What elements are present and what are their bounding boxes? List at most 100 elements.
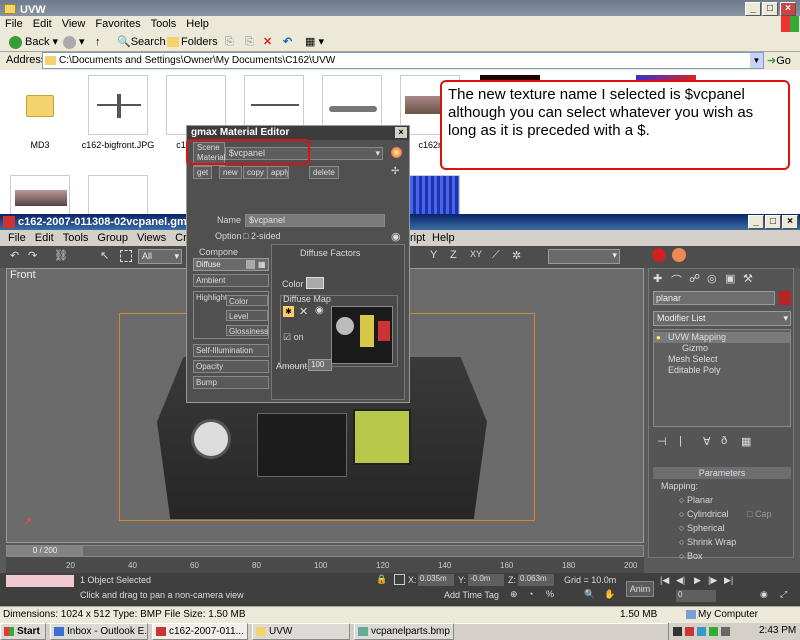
component-highlight[interactable]: Highlight Color Level Glossiness <box>193 291 269 339</box>
snap-tool-icon[interactable]: ⟋ <box>492 249 500 262</box>
mini-listener[interactable] <box>6 575 74 587</box>
mapping-box-radio[interactable]: ○ Box <box>679 551 702 561</box>
goto-start-icon[interactable]: |◀ <box>660 575 669 586</box>
gmax-menu-views[interactable]: Views <box>137 232 166 244</box>
gmax-menu-help[interactable]: Help <box>432 230 455 246</box>
play-icon[interactable]: ▶ <box>694 575 701 586</box>
time-slider-thumb[interactable]: 0 / 200 <box>7 546 83 556</box>
next-frame-icon[interactable]: |▶ <box>708 575 717 586</box>
mapping-planar-radio[interactable]: ○ Planar <box>679 495 713 505</box>
component-opacity[interactable]: Opacity <box>193 360 269 373</box>
remove-modifier-icon[interactable]: ð <box>721 435 727 447</box>
component-self-illumination[interactable]: Self-Illumination <box>193 344 269 357</box>
maximize-viewport-icon[interactable]: ⤢ <box>780 589 787 600</box>
copy-button[interactable]: copy <box>243 166 268 179</box>
mapping-shrinkwrap-radio[interactable]: ○ Shrink Wrap <box>679 537 736 547</box>
named-selection-dropdown[interactable]: ▾ <box>548 249 620 264</box>
highlight-glossiness[interactable]: Glossiness <box>226 325 268 336</box>
goto-end-icon[interactable]: ▶| <box>724 575 733 586</box>
address-field[interactable]: C:\Documents and Settings\Owner\My Docum… <box>42 52 764 69</box>
create-tab-icon[interactable]: ✚ <box>653 272 662 285</box>
component-ambient[interactable]: Ambient <box>193 274 269 287</box>
start-button[interactable]: Start <box>0 623 46 640</box>
map-on-checkbox[interactable]: ☑ on <box>283 332 304 343</box>
snap-toggle-icon[interactable]: ⊕ <box>510 589 518 600</box>
pin-stack-icon[interactable]: ⊣ <box>657 435 667 448</box>
tray-icon-1[interactable] <box>673 627 682 636</box>
quick-render-icon[interactable] <box>672 248 686 262</box>
object-name-field[interactable]: planar <box>653 291 775 305</box>
delete-button[interactable]: delete <box>309 166 339 179</box>
display-tab-icon[interactable]: ▣ <box>725 272 735 285</box>
two-sided-checkbox[interactable]: □ 2-sided <box>243 231 280 241</box>
tray-icon-5[interactable] <box>721 627 730 636</box>
forward-button[interactable]: ▾ <box>60 32 88 52</box>
time-slider[interactable]: 0 / 200 <box>6 545 644 557</box>
gmax-menu-file[interactable]: File <box>8 232 26 244</box>
task-gmax[interactable]: c162-2007-011... <box>152 623 248 640</box>
search-button[interactable]: 🔍Search <box>114 32 169 52</box>
menu-tools[interactable]: Tools <box>151 18 177 30</box>
gmax-close-button[interactable]: × <box>782 215 798 229</box>
parameters-rollout-header[interactable]: Parameters <box>653 467 791 479</box>
link-tool-icon[interactable]: ⛓ <box>54 249 68 262</box>
folders-button[interactable]: Folders <box>164 32 221 52</box>
gmax-maximize-button[interactable]: □ <box>765 215 781 229</box>
map-browse-icon[interactable]: ✱ <box>283 306 294 317</box>
undo-tool-icon[interactable]: ↶ <box>10 249 19 262</box>
menu-file[interactable]: File <box>5 18 23 30</box>
gear-tool-icon[interactable]: ✲ <box>512 249 521 262</box>
tray-icon-4[interactable] <box>709 627 718 636</box>
add-time-tag-button[interactable]: Add Time Tag <box>444 590 499 600</box>
gmax-menu-tools[interactable]: Tools <box>63 232 89 244</box>
diffuse-swatch[interactable] <box>246 260 255 269</box>
gmax-menu-script[interactable]: ript <box>410 230 425 246</box>
viewport-label[interactable]: Front <box>10 269 36 281</box>
gmax-minimize-button[interactable]: _ <box>748 215 764 229</box>
go-button[interactable]: ➜Go <box>767 54 791 67</box>
menu-view[interactable]: View <box>62 18 86 30</box>
file-thumb-bigfront[interactable] <box>88 75 148 135</box>
copy-to-icon[interactable]: ⎘ <box>242 32 257 52</box>
new-button[interactable]: new <box>219 166 242 179</box>
back-button[interactable]: Back ▾ <box>6 32 61 52</box>
address-dropdown-icon[interactable]: ▼ <box>750 53 763 68</box>
pan-hand-icon[interactable]: ✋ <box>604 589 615 600</box>
material-editor-close-button[interactable]: × <box>395 127 407 138</box>
up-button[interactable]: ↑ <box>92 32 104 52</box>
stack-item-gizmo[interactable]: Gizmo <box>654 343 790 354</box>
redo-tool-icon[interactable]: ↷ <box>28 249 37 262</box>
make-unique-icon[interactable]: ∀ <box>703 435 711 448</box>
mapping-cylindrical-radio[interactable]: ○ Cylindrical <box>679 509 728 519</box>
file-thumb-8[interactable] <box>10 175 70 215</box>
menu-help[interactable]: Help <box>186 18 209 30</box>
modifier-list-dropdown[interactable]: Modifier List ▾ <box>653 311 791 326</box>
material-name-field[interactable]: $vcpanel <box>245 214 385 227</box>
get-button[interactable]: get <box>193 166 213 179</box>
render-teapot-icon[interactable] <box>652 248 666 262</box>
apply-button[interactable]: apply <box>267 166 289 179</box>
map-remove-icon[interactable]: ✕ <box>299 305 308 318</box>
tray-icon-2[interactable] <box>685 627 694 636</box>
diffuse-map-preview[interactable] <box>331 306 393 364</box>
object-color-swatch[interactable] <box>779 291 791 305</box>
percent-snap-icon[interactable]: % <box>546 589 554 599</box>
file-thumb-md3[interactable] <box>10 75 70 135</box>
highlight-level[interactable]: Level <box>226 310 268 321</box>
menu-favorites[interactable]: Favorites <box>95 18 140 30</box>
align-tool-icon[interactable]: XY <box>470 249 482 259</box>
close-button[interactable]: × <box>780 2 796 16</box>
file-thumb-9[interactable] <box>88 175 148 215</box>
amount-spinner[interactable]: 100 <box>308 359 332 371</box>
configure-sets-icon[interactable]: ▦ <box>741 435 751 448</box>
modify-tab-icon[interactable]: ⌒ <box>671 272 682 288</box>
angle-snap-icon[interactable]: ◔ <box>528 589 533 599</box>
highlight-color[interactable]: Color <box>226 295 268 306</box>
mapping-spherical-radio[interactable]: ○ Spherical <box>679 523 724 533</box>
task-vcpanelparts[interactable]: vcpanelparts.bmp ... <box>354 623 454 640</box>
move-to-icon[interactable]: ⎘ <box>222 32 237 52</box>
gmax-menu-group[interactable]: Group <box>97 232 128 244</box>
undo-icon[interactable]: ↶ <box>280 32 295 52</box>
show-map-eye-icon[interactable]: ◉ <box>391 230 401 243</box>
y-coord-field[interactable]: -0.0m <box>468 574 504 586</box>
